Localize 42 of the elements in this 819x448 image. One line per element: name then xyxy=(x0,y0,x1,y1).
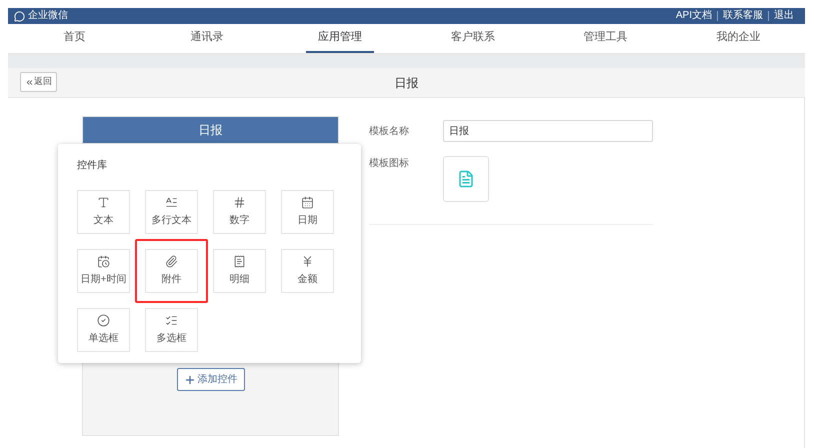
top-link[interactable]: API文档 xyxy=(670,11,717,21)
control-tile[interactable]: 日期+时间 xyxy=(77,249,130,293)
page-title: 日报 xyxy=(394,74,418,92)
document-icon xyxy=(457,170,475,188)
control-tile[interactable]: 文本 xyxy=(77,190,130,234)
top-link[interactable]: 联系客服 xyxy=(717,11,768,21)
yen-icon xyxy=(301,255,314,268)
logo-icon xyxy=(14,10,25,22)
text-icon xyxy=(97,196,110,209)
control-tile[interactable]: 附件 xyxy=(145,249,198,293)
nav-tab[interactable]: 客户联系 xyxy=(438,24,507,53)
popup-title: 控件库 xyxy=(77,158,108,173)
multiline-text-icon xyxy=(165,196,178,209)
template-icon-picker[interactable] xyxy=(443,156,489,202)
check-circle-icon xyxy=(97,314,110,327)
control-tile[interactable]: 明细 xyxy=(213,249,266,293)
name-field[interactable]: 日报 xyxy=(443,120,653,142)
field-label: 模板图标 xyxy=(369,156,410,171)
paperclip-icon xyxy=(165,255,178,268)
control-tile[interactable]: 日期 xyxy=(281,190,334,234)
plus-icon xyxy=(184,374,196,386)
field-label: 模板名称 xyxy=(369,124,410,138)
control-tile[interactable]: 金额 xyxy=(281,249,334,293)
list-sheet-icon xyxy=(233,255,246,268)
nav-tab[interactable]: 通讯录 xyxy=(178,24,236,53)
control-tile[interactable]: 多行文本 xyxy=(145,190,198,234)
control-tile[interactable]: 多选框 xyxy=(145,308,198,352)
calendar-clock-icon xyxy=(97,255,110,268)
hash-icon xyxy=(233,196,246,209)
chevrons-left-icon xyxy=(25,78,34,86)
nav-tab[interactable]: 我的企业 xyxy=(704,24,773,53)
checklist-icon xyxy=(165,314,178,327)
back-button[interactable]: 返回 xyxy=(20,72,57,92)
brand-name: 企业微信 xyxy=(28,11,68,21)
control-tile[interactable]: 单选框 xyxy=(77,308,130,352)
calendar-icon xyxy=(301,196,314,209)
preview-title: 日报 xyxy=(198,122,222,139)
control-tile[interactable]: 数字 xyxy=(213,190,266,234)
top-link[interactable]: 退出 xyxy=(768,11,799,21)
add-control-button[interactable]: 添加控件 xyxy=(176,368,244,391)
nav-tab[interactable]: 首页 xyxy=(51,24,98,53)
nav-tab[interactable]: 管理工具 xyxy=(572,24,640,53)
